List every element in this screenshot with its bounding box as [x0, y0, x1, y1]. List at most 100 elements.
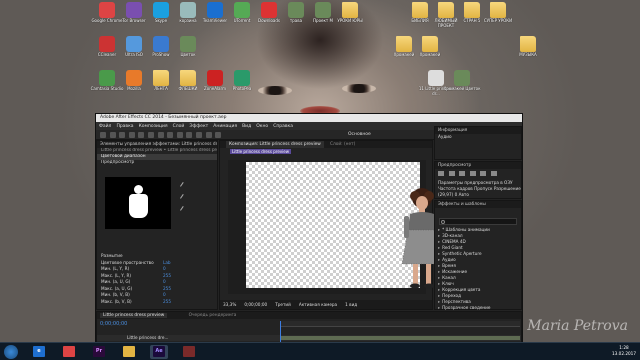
taskbar-app-button[interactable]: Pr: [90, 345, 108, 359]
text-tool-icon[interactable]: [176, 132, 183, 138]
hand-tool-icon[interactable]: [109, 132, 116, 138]
effect-property[interactable]: Мин. (a, U, G) 0: [101, 279, 166, 284]
first-frame-icon[interactable]: [438, 171, 444, 176]
menu-item[interactable]: Файл: [99, 124, 111, 129]
expand-triangle-icon[interactable]: ▸: [438, 305, 440, 310]
taskbar-app-button[interactable]: [120, 345, 138, 359]
desktop-shortcut[interactable]: Цветок: [168, 36, 208, 66]
desktop-shortcut[interactable]: Хромакей: [410, 36, 450, 66]
tab-info[interactable]: Информация: [435, 127, 521, 134]
time-ruler[interactable]: [280, 321, 520, 327]
menu-item[interactable]: Справка: [273, 124, 293, 129]
stamp-tool-icon[interactable]: [195, 132, 202, 138]
composition-viewer[interactable]: [228, 160, 443, 294]
eyedropper-icon[interactable]: [180, 182, 187, 189]
effect-controls-tab[interactable]: Элементы управления эффектами: Little pr…: [97, 141, 217, 148]
camera-tool-icon[interactable]: [138, 132, 145, 138]
expand-triangle-icon[interactable]: ▸: [438, 263, 440, 268]
brush-tool-icon[interactable]: [186, 132, 193, 138]
preview-option[interactable]: (29,97) 0 Авто: [435, 192, 521, 198]
pan-behind-tool-icon[interactable]: [147, 132, 154, 138]
prev-frame-icon[interactable]: [448, 171, 455, 176]
expand-triangle-icon[interactable]: ▸: [438, 281, 440, 286]
ram-preview-icon[interactable]: [490, 171, 497, 176]
effect-property-value[interactable]: Lab: [163, 260, 171, 265]
effect-property-value[interactable]: 0: [163, 266, 166, 271]
menu-item[interactable]: Эффект: [189, 124, 208, 129]
last-frame-icon[interactable]: [480, 171, 487, 176]
expand-triangle-icon[interactable]: ▸: [438, 251, 440, 256]
eyedropper-minus-icon[interactable]: [180, 206, 187, 213]
tab-preview[interactable]: Предпросмотр: [435, 162, 521, 169]
effect-property[interactable]: Макс. (L, Y, R) 255: [101, 273, 171, 278]
mask-tool-icon[interactable]: [157, 132, 164, 138]
desktop-shortcut[interactable]: МУЗЫКА: [508, 36, 548, 66]
viewer-control[interactable]: 0;00;00;00: [244, 302, 267, 307]
viewer-control[interactable]: Активная камера: [299, 302, 337, 307]
viewer-control[interactable]: 33,3%: [223, 302, 236, 307]
taskbar-app-button[interactable]: [60, 345, 78, 359]
tab-layer[interactable]: Слой: (нет): [330, 141, 355, 148]
expand-triangle-icon[interactable]: ▸: [438, 227, 440, 232]
clock[interactable]: 1:28 13.02.2017: [612, 345, 636, 357]
tab-timeline-comp[interactable]: Little princess dress preview: [100, 313, 168, 318]
effect-property-value[interactable]: 0: [163, 279, 166, 284]
desktop-shortcut[interactable]: PhotoPea: [222, 70, 262, 100]
expand-triangle-icon[interactable]: ▸: [438, 287, 440, 292]
taskbar-app-button[interactable]: [180, 345, 198, 359]
effect-property-value[interactable]: 255: [163, 299, 171, 304]
expand-triangle-icon[interactable]: ▸: [438, 275, 440, 280]
effect-property[interactable]: Мин. (b, V, B) 0: [101, 292, 166, 297]
puppet-tool-icon[interactable]: [215, 132, 222, 138]
menu-item[interactable]: Вид: [242, 124, 251, 129]
eyedropper-plus-icon[interactable]: [180, 194, 187, 201]
menu-item[interactable]: Правка: [116, 124, 133, 129]
desktop-shortcut[interactable]: Хромакей Цветок: [442, 70, 482, 100]
desktop-shortcut[interactable]: УРОКИ ЮРЫ: [330, 2, 370, 32]
menu-item[interactable]: Композиция: [139, 124, 168, 129]
effect-property[interactable]: Мин. (L, Y, R) 0: [101, 266, 166, 271]
menu-item[interactable]: Слой: [173, 124, 185, 129]
expand-triangle-icon[interactable]: ▸: [438, 233, 440, 238]
rotate-tool-icon[interactable]: [128, 132, 135, 138]
effect-property-value[interactable]: 255: [163, 286, 171, 291]
taskbar-app-button[interactable]: Ae: [150, 345, 168, 359]
zoom-tool-icon[interactable]: [119, 132, 126, 138]
timeline-layer-row[interactable]: Little princess dre...: [97, 335, 521, 341]
expand-triangle-icon[interactable]: ▸: [438, 269, 440, 274]
tab-effects-presets[interactable]: Эффекты и шаблоны: [435, 201, 521, 208]
effect-property[interactable]: Макс. (b, V, B) 255: [101, 299, 171, 304]
expand-triangle-icon[interactable]: ▸: [438, 293, 440, 298]
viewer-control[interactable]: Третий: [275, 302, 291, 307]
menu-item[interactable]: Анимация: [213, 124, 237, 129]
layer-duration-bar[interactable]: [280, 336, 520, 340]
expand-triangle-icon[interactable]: ▸: [438, 257, 440, 262]
eraser-tool-icon[interactable]: [205, 132, 212, 138]
folder-icon: [180, 70, 196, 86]
current-time[interactable]: 0;00;00;00: [100, 321, 127, 327]
desktop-shortcut[interactable]: СУПЕР УРОКИ: [478, 2, 518, 32]
expand-triangle-icon[interactable]: ▸: [438, 299, 440, 304]
effect-property[interactable]: Цветовое пространство Lab: [101, 260, 171, 265]
tab-composition[interactable]: Композиция: Little princess dress previe…: [226, 141, 324, 148]
expand-triangle-icon[interactable]: ▸: [438, 239, 440, 244]
transparency-grid[interactable]: [246, 162, 443, 289]
effect-property-value[interactable]: 255: [163, 273, 171, 278]
next-frame-icon[interactable]: [469, 171, 476, 176]
effect-property[interactable]: Размытие: [101, 253, 123, 258]
workspace-selector[interactable]: Основное: [348, 132, 371, 137]
pen-tool-icon[interactable]: [167, 132, 174, 138]
selection-tool-icon[interactable]: [100, 132, 106, 138]
effects-search-input[interactable]: [439, 218, 517, 225]
start-button[interactable]: [4, 345, 18, 359]
taskbar-app-button[interactable]: e: [30, 345, 48, 359]
layer-name[interactable]: Little princess dre...: [127, 335, 168, 341]
viewer-control[interactable]: 1 вид: [345, 302, 357, 307]
composition-breadcrumb[interactable]: Little princess dress preview: [230, 149, 292, 154]
effect-property[interactable]: Макс. (a, U, G) 255: [101, 286, 171, 291]
menu-item[interactable]: Окно: [256, 124, 268, 129]
effect-property-value[interactable]: 0: [163, 292, 166, 297]
tab-render-queue[interactable]: Очередь рендеринга: [189, 313, 237, 318]
play-icon[interactable]: [459, 171, 466, 176]
expand-triangle-icon[interactable]: ▸: [438, 245, 440, 250]
